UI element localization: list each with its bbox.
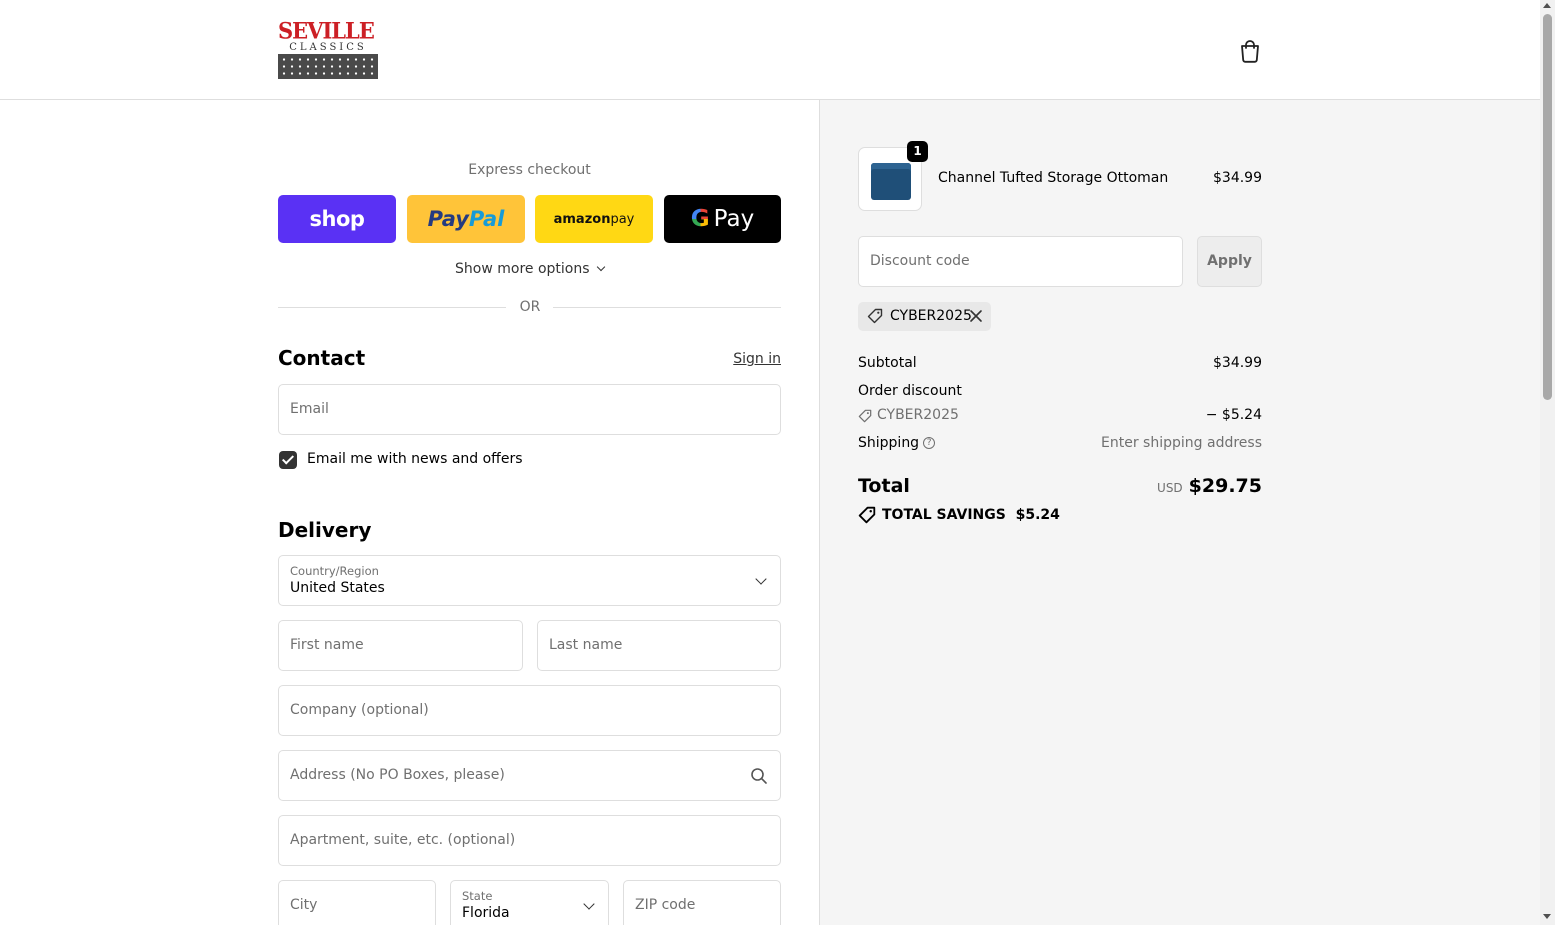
scroll-down-arrow-icon[interactable]: [1543, 914, 1551, 919]
ottoman-image: [871, 163, 911, 200]
paypal-label-part1: Pay: [427, 207, 469, 231]
or-divider-text: OR: [519, 299, 541, 315]
country-label: Country/Region: [290, 564, 379, 578]
applied-code-text: CYBER2025: [890, 308, 972, 324]
apartment-placeholder: Apartment, suite, etc. (optional): [290, 832, 516, 848]
company-field[interactable]: Company (optional): [278, 685, 781, 736]
city-placeholder: City: [290, 897, 318, 913]
google-g-icon: G: [690, 206, 710, 232]
logo-dots: [280, 56, 376, 78]
first-name-field[interactable]: First name: [278, 620, 523, 671]
amazon-pay-label-part2: pay: [610, 211, 635, 227]
google-pay-label: Pay: [713, 206, 755, 232]
amazon-pay-label-part1: amazon: [553, 211, 611, 227]
address-placeholder: Address (No PO Boxes, please): [290, 767, 505, 783]
amazon-pay-button[interactable]: amazon pay: [535, 195, 653, 243]
chevron-down-icon: [583, 898, 595, 910]
scroll-up-arrow-icon[interactable]: [1543, 3, 1551, 8]
newsletter-label: Email me with news and offers: [307, 451, 523, 467]
contact-heading: Contact: [278, 346, 366, 370]
quantity-badge: 1: [907, 141, 928, 162]
first-name-placeholder: First name: [290, 637, 364, 653]
state-select[interactable]: State Florida: [450, 880, 609, 925]
newsletter-checkbox[interactable]: [279, 451, 297, 469]
applied-discount-chip: CYBER2025: [858, 302, 991, 331]
discount-code-input[interactable]: Discount code: [858, 236, 1183, 287]
shopping-bag-icon[interactable]: [1239, 39, 1261, 63]
state-label: State: [462, 889, 493, 903]
paypal-label-part2: Pal: [468, 207, 505, 231]
shipping-value: Enter shipping address: [1101, 435, 1262, 451]
email-placeholder: Email: [290, 401, 329, 417]
remove-discount-icon[interactable]: [969, 309, 983, 323]
show-more-options-button[interactable]: Show more options: [278, 261, 781, 277]
order-discount-label: Order discount: [858, 383, 962, 399]
subtotal-label: Subtotal: [858, 355, 917, 371]
sign-in-link[interactable]: Sign in: [700, 351, 781, 367]
state-value: Florida: [462, 905, 510, 921]
show-more-options-label: Show more options: [455, 261, 590, 277]
logo-pattern: CLASSICS: [278, 42, 378, 79]
divider-left: [278, 307, 506, 308]
chevron-down-icon: [755, 573, 767, 585]
zip-code-placeholder: ZIP code: [635, 897, 696, 913]
product-name: Channel Tufted Storage Ottoman: [938, 170, 1169, 186]
logo-brand-text: SEVILLE: [278, 17, 375, 44]
tag-icon: [867, 308, 883, 324]
zip-code-field[interactable]: ZIP code: [623, 880, 781, 925]
shipping-label: Shipping: [858, 435, 920, 451]
country-value: United States: [290, 580, 385, 596]
apartment-field[interactable]: Apartment, suite, etc. (optional): [278, 815, 781, 866]
paypal-button[interactable]: Pay Pal: [407, 195, 525, 243]
total-label: Total: [858, 475, 910, 497]
email-field[interactable]: Email: [278, 384, 781, 435]
logo-subtext: CLASSICS: [278, 42, 378, 54]
address-field[interactable]: Address (No PO Boxes, please): [278, 750, 781, 801]
company-placeholder: Company (optional): [290, 702, 429, 718]
help-icon[interactable]: ?: [923, 437, 936, 449]
total-value: $29.75: [1188, 475, 1262, 497]
shop-pay-label: shop: [309, 207, 365, 231]
total-savings: TOTAL SAVINGS $5.24: [858, 506, 1060, 524]
search-icon: [750, 767, 768, 785]
site-header: SEVILLE CLASSICS: [0, 0, 1540, 100]
tag-icon: [858, 506, 876, 524]
discount-code-placeholder: Discount code: [870, 253, 970, 269]
delivery-heading: Delivery: [278, 518, 372, 542]
country-select[interactable]: Country/Region United States: [278, 555, 781, 606]
google-pay-button[interactable]: G Pay: [664, 195, 781, 243]
product-price: $34.99: [1213, 170, 1262, 186]
tag-icon: [858, 409, 872, 423]
seville-classics-logo[interactable]: SEVILLE CLASSICS: [278, 17, 378, 79]
shop-pay-button[interactable]: shop: [278, 195, 396, 243]
savings-label: TOTAL SAVINGS: [882, 507, 1006, 523]
savings-value: $5.24: [1015, 507, 1060, 523]
currency-code: USD: [1157, 481, 1183, 495]
last-name-placeholder: Last name: [549, 637, 623, 653]
discount-value: − $5.24: [1205, 407, 1262, 423]
subtotal-value: $34.99: [1213, 355, 1262, 371]
total-amount: USD $29.75: [1100, 475, 1262, 497]
discount-code-text: CYBER2025: [877, 407, 959, 423]
shipping-row-label: Shipping?: [858, 435, 936, 451]
apply-discount-button[interactable]: Apply: [1197, 236, 1262, 287]
chevron-down-icon: [596, 262, 606, 272]
express-checkout-title: Express checkout: [468, 162, 591, 178]
page-scrollbar[interactable]: [1540, 0, 1555, 925]
divider-right: [553, 307, 781, 308]
last-name-field[interactable]: Last name: [537, 620, 781, 671]
scrollbar-thumb[interactable]: [1543, 14, 1552, 400]
city-field[interactable]: City: [278, 880, 436, 925]
